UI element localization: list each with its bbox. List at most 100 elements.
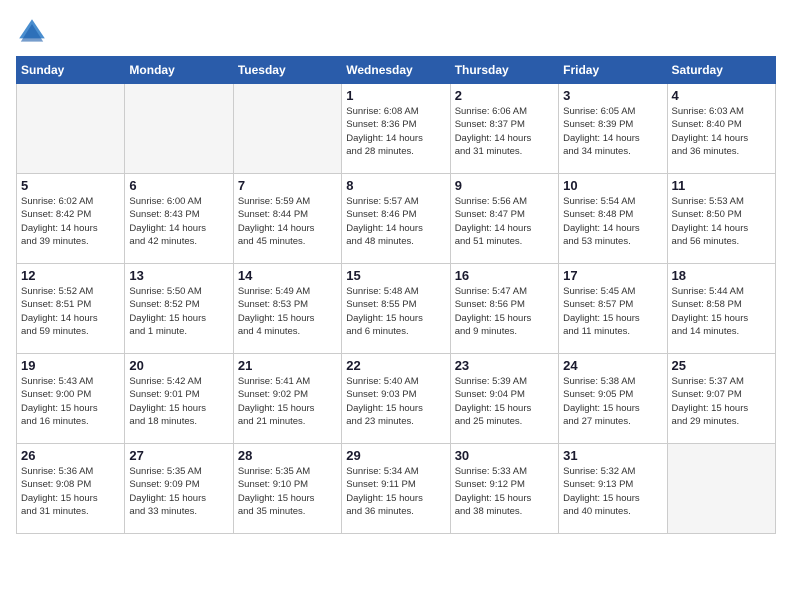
day-number: 29 — [346, 448, 445, 463]
calendar-day-cell: 19 Sunrise: 5:43 AM Sunset: 9:00 PM Dayli… — [17, 354, 125, 444]
weekday-header-saturday: Saturday — [667, 57, 775, 84]
day-info: Sunrise: 6:02 AM Sunset: 8:42 PM Dayligh… — [21, 195, 120, 248]
day-number: 13 — [129, 268, 228, 283]
day-number: 16 — [455, 268, 554, 283]
day-number: 10 — [563, 178, 662, 193]
day-info: Sunrise: 6:08 AM Sunset: 8:36 PM Dayligh… — [346, 105, 445, 158]
calendar-day-cell: 9 Sunrise: 5:56 AM Sunset: 8:47 PM Daylig… — [450, 174, 558, 264]
calendar-day-cell: 24 Sunrise: 5:38 AM Sunset: 9:05 PM Dayli… — [559, 354, 667, 444]
day-info: Sunrise: 5:37 AM Sunset: 9:07 PM Dayligh… — [672, 375, 771, 428]
calendar-body: 1 Sunrise: 6:08 AM Sunset: 8:36 PM Daylig… — [17, 84, 776, 534]
calendar-day-cell — [17, 84, 125, 174]
day-number: 20 — [129, 358, 228, 373]
day-info: Sunrise: 6:00 AM Sunset: 8:43 PM Dayligh… — [129, 195, 228, 248]
weekday-header-wednesday: Wednesday — [342, 57, 450, 84]
page-header — [16, 16, 776, 48]
calendar-day-cell: 27 Sunrise: 5:35 AM Sunset: 9:09 PM Dayli… — [125, 444, 233, 534]
day-number: 22 — [346, 358, 445, 373]
day-info: Sunrise: 6:05 AM Sunset: 8:39 PM Dayligh… — [563, 105, 662, 158]
calendar-day-cell: 2 Sunrise: 6:06 AM Sunset: 8:37 PM Daylig… — [450, 84, 558, 174]
calendar-day-cell: 22 Sunrise: 5:40 AM Sunset: 9:03 PM Dayli… — [342, 354, 450, 444]
calendar-day-cell: 21 Sunrise: 5:41 AM Sunset: 9:02 PM Dayli… — [233, 354, 341, 444]
day-info: Sunrise: 6:03 AM Sunset: 8:40 PM Dayligh… — [672, 105, 771, 158]
day-number: 25 — [672, 358, 771, 373]
calendar-week-row: 12 Sunrise: 5:52 AM Sunset: 8:51 PM Dayli… — [17, 264, 776, 354]
day-number: 3 — [563, 88, 662, 103]
day-info: Sunrise: 6:06 AM Sunset: 8:37 PM Dayligh… — [455, 105, 554, 158]
day-number: 6 — [129, 178, 228, 193]
day-info: Sunrise: 5:43 AM Sunset: 9:00 PM Dayligh… — [21, 375, 120, 428]
day-info: Sunrise: 5:52 AM Sunset: 8:51 PM Dayligh… — [21, 285, 120, 338]
calendar-week-row: 1 Sunrise: 6:08 AM Sunset: 8:36 PM Daylig… — [17, 84, 776, 174]
calendar-week-row: 19 Sunrise: 5:43 AM Sunset: 9:00 PM Dayli… — [17, 354, 776, 444]
calendar-day-cell: 10 Sunrise: 5:54 AM Sunset: 8:48 PM Dayli… — [559, 174, 667, 264]
day-info: Sunrise: 5:35 AM Sunset: 9:09 PM Dayligh… — [129, 465, 228, 518]
calendar-day-cell: 6 Sunrise: 6:00 AM Sunset: 8:43 PM Daylig… — [125, 174, 233, 264]
day-info: Sunrise: 5:35 AM Sunset: 9:10 PM Dayligh… — [238, 465, 337, 518]
day-info: Sunrise: 5:40 AM Sunset: 9:03 PM Dayligh… — [346, 375, 445, 428]
weekday-header-row: SundayMondayTuesdayWednesdayThursdayFrid… — [17, 57, 776, 84]
day-number: 4 — [672, 88, 771, 103]
day-info: Sunrise: 5:47 AM Sunset: 8:56 PM Dayligh… — [455, 285, 554, 338]
day-number: 31 — [563, 448, 662, 463]
calendar-day-cell: 7Sunrise: 5:59 AM Sunset: 8:44 PM Daylig… — [233, 174, 341, 264]
calendar-day-cell: 31 Sunrise: 5:32 AM Sunset: 9:13 PM Dayli… — [559, 444, 667, 534]
calendar-day-cell: 15 Sunrise: 5:48 AM Sunset: 8:55 PM Dayli… — [342, 264, 450, 354]
day-number: 23 — [455, 358, 554, 373]
day-number: 9 — [455, 178, 554, 193]
day-number: 27 — [129, 448, 228, 463]
calendar-day-cell: 18 Sunrise: 5:44 AM Sunset: 8:58 PM Dayli… — [667, 264, 775, 354]
weekday-header-sunday: Sunday — [17, 57, 125, 84]
day-number: 21 — [238, 358, 337, 373]
day-number: 19 — [21, 358, 120, 373]
day-info: Sunrise: 5:44 AM Sunset: 8:58 PM Dayligh… — [672, 285, 771, 338]
day-info: Sunrise: 5:34 AM Sunset: 9:11 PM Dayligh… — [346, 465, 445, 518]
calendar-day-cell — [125, 84, 233, 174]
calendar-header: SundayMondayTuesdayWednesdayThursdayFrid… — [17, 57, 776, 84]
calendar-day-cell: 11Sunrise: 5:53 AM Sunset: 8:50 PM Dayli… — [667, 174, 775, 264]
day-number: 8 — [346, 178, 445, 193]
day-number: 30 — [455, 448, 554, 463]
calendar-day-cell: 30Sunrise: 5:33 AM Sunset: 9:12 PM Dayli… — [450, 444, 558, 534]
calendar-day-cell: 14Sunrise: 5:49 AM Sunset: 8:53 PM Dayli… — [233, 264, 341, 354]
calendar-day-cell: 23 Sunrise: 5:39 AM Sunset: 9:04 PM Dayli… — [450, 354, 558, 444]
day-info: Sunrise: 5:32 AM Sunset: 9:13 PM Dayligh… — [563, 465, 662, 518]
calendar-day-cell: 29 Sunrise: 5:34 AM Sunset: 9:11 PM Dayli… — [342, 444, 450, 534]
day-info: Sunrise: 5:56 AM Sunset: 8:47 PM Dayligh… — [455, 195, 554, 248]
day-number: 18 — [672, 268, 771, 283]
day-number: 7 — [238, 178, 337, 193]
calendar-day-cell: 1 Sunrise: 6:08 AM Sunset: 8:36 PM Daylig… — [342, 84, 450, 174]
calendar-day-cell: 20 Sunrise: 5:42 AM Sunset: 9:01 PM Dayli… — [125, 354, 233, 444]
logo-icon — [16, 16, 48, 48]
calendar-day-cell: 3 Sunrise: 6:05 AM Sunset: 8:39 PM Daylig… — [559, 84, 667, 174]
day-number: 24 — [563, 358, 662, 373]
calendar-week-row: 26Sunrise: 5:36 AM Sunset: 9:08 PM Dayli… — [17, 444, 776, 534]
calendar-day-cell — [667, 444, 775, 534]
day-info: Sunrise: 5:48 AM Sunset: 8:55 PM Dayligh… — [346, 285, 445, 338]
day-number: 2 — [455, 88, 554, 103]
calendar-table: SundayMondayTuesdayWednesdayThursdayFrid… — [16, 56, 776, 534]
day-number: 26 — [21, 448, 120, 463]
calendar-day-cell: 12 Sunrise: 5:52 AM Sunset: 8:51 PM Dayli… — [17, 264, 125, 354]
calendar-day-cell: 5Sunrise: 6:02 AM Sunset: 8:42 PM Daylig… — [17, 174, 125, 264]
day-number: 12 — [21, 268, 120, 283]
day-number: 14 — [238, 268, 337, 283]
day-number: 1 — [346, 88, 445, 103]
day-info: Sunrise: 5:45 AM Sunset: 8:57 PM Dayligh… — [563, 285, 662, 338]
weekday-header-monday: Monday — [125, 57, 233, 84]
day-info: Sunrise: 5:57 AM Sunset: 8:46 PM Dayligh… — [346, 195, 445, 248]
calendar-day-cell — [233, 84, 341, 174]
day-info: Sunrise: 5:38 AM Sunset: 9:05 PM Dayligh… — [563, 375, 662, 428]
calendar-day-cell: 25 Sunrise: 5:37 AM Sunset: 9:07 PM Dayli… — [667, 354, 775, 444]
weekday-header-friday: Friday — [559, 57, 667, 84]
day-info: Sunrise: 5:42 AM Sunset: 9:01 PM Dayligh… — [129, 375, 228, 428]
day-info: Sunrise: 5:39 AM Sunset: 9:04 PM Dayligh… — [455, 375, 554, 428]
weekday-header-thursday: Thursday — [450, 57, 558, 84]
day-number: 15 — [346, 268, 445, 283]
day-info: Sunrise: 5:41 AM Sunset: 9:02 PM Dayligh… — [238, 375, 337, 428]
logo — [16, 16, 52, 48]
calendar-day-cell: 4 Sunrise: 6:03 AM Sunset: 8:40 PM Daylig… — [667, 84, 775, 174]
day-info: Sunrise: 5:53 AM Sunset: 8:50 PM Dayligh… — [672, 195, 771, 248]
day-info: Sunrise: 5:54 AM Sunset: 8:48 PM Dayligh… — [563, 195, 662, 248]
calendar-day-cell: 13Sunrise: 5:50 AM Sunset: 8:52 PM Dayli… — [125, 264, 233, 354]
